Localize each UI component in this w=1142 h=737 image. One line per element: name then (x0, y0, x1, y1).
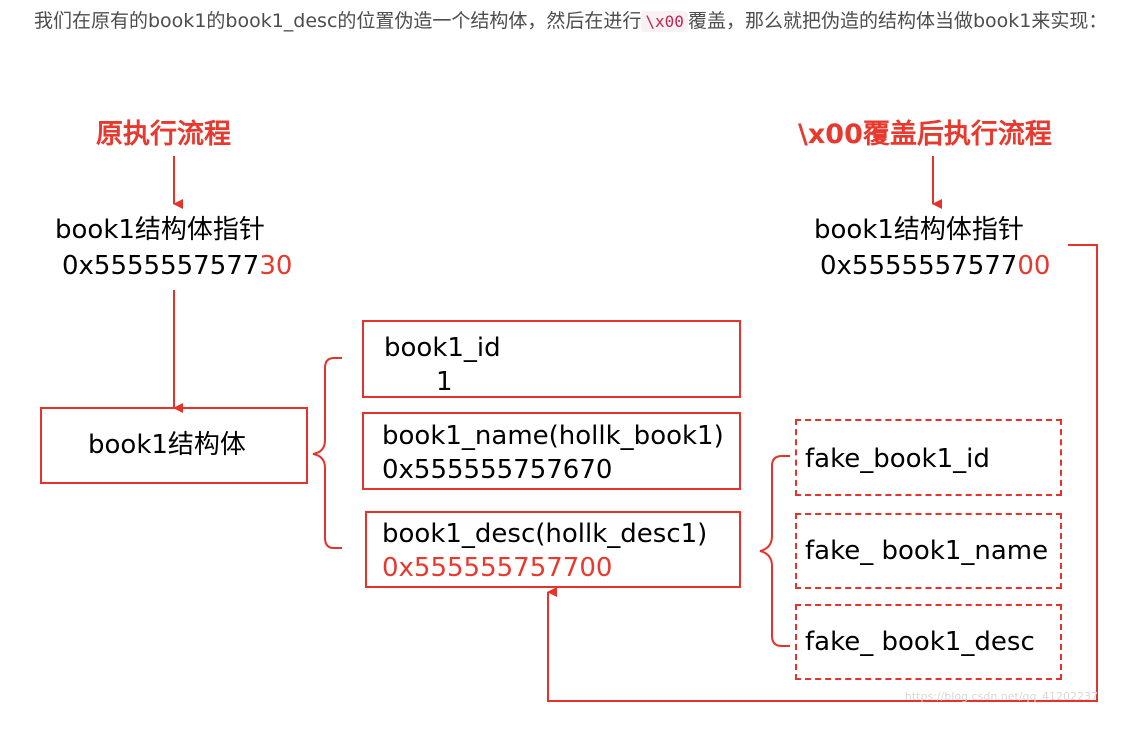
left-pointer-value: 0x555555757730 (62, 249, 292, 283)
right-flow-title: \x00覆盖后执行流程 (798, 119, 1052, 150)
fake-book1-desc-label: fake_ book1_desc (805, 627, 1035, 657)
fake-book1-id-label: fake_book1_id (805, 444, 990, 474)
book1-struct-box: book1结构体 (40, 407, 308, 484)
left-pointer-prefix: 0x5555557577 (62, 251, 260, 281)
book1-id-box: book1_id 1 (362, 320, 741, 398)
book1-name-box: book1_name(hollk_book1) 0x555555757670 (362, 412, 741, 490)
book1-name-label: book1_name(hollk_book1) (382, 421, 724, 451)
fake-book1-name-box: fake_ book1_name (795, 513, 1062, 589)
left-flow-title: 原执行流程 (96, 119, 231, 150)
fake-book1-desc-box: fake_ book1_desc (795, 604, 1062, 680)
right-pointer-value: 0x555555757700 (820, 249, 1050, 283)
fake-book1-id-box: fake_book1_id (795, 419, 1062, 496)
right-pointer-label: book1结构体指针 (814, 215, 1024, 245)
book1-id-label: book1_id (384, 333, 501, 363)
left-pointer-suffix: 30 (259, 251, 293, 281)
book1-struct-label: book1结构体 (88, 430, 246, 460)
book1-desc-value: 0x555555757700 (382, 553, 613, 583)
struct-fields-brace (312, 357, 342, 549)
right-pointer-suffix: 00 (1017, 251, 1051, 281)
book1-name-value: 0x555555757670 (382, 455, 613, 485)
book1-desc-box: book1_desc(hollk_desc1) 0x555555757700 (365, 511, 741, 588)
watermark: https://blog.csdn.net/qq_41202237 (904, 690, 1098, 703)
left-pointer-label: book1结构体指针 (55, 215, 265, 245)
desc-fake-brace (759, 455, 790, 647)
book1-id-value: 1 (436, 367, 453, 397)
fake-book1-name-label: fake_ book1_name (805, 536, 1049, 566)
right-pointer-prefix: 0x5555557577 (820, 251, 1018, 281)
book1-desc-label: book1_desc(hollk_desc1) (382, 519, 708, 549)
